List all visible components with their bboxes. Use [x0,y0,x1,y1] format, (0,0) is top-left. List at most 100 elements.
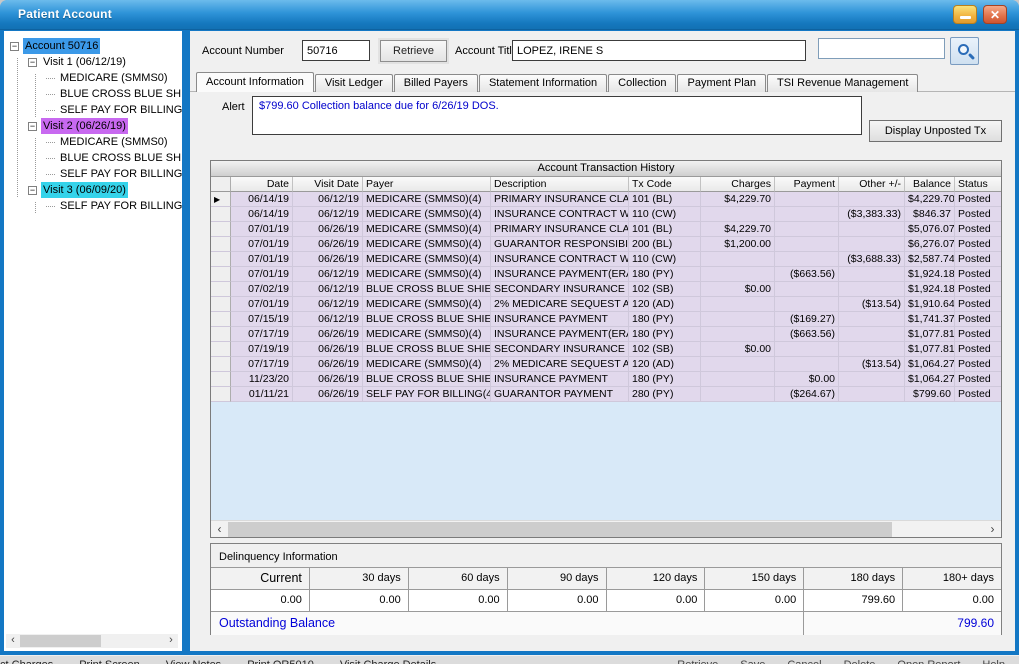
parent-toolbar-item[interactable]: Save [740,659,765,664]
tree-node-label: SELF PAY FOR BILLING(4) [58,166,182,182]
alert-textbox[interactable]: $799.60 Collection balance due for 6/26/… [252,96,862,135]
tree-node[interactable]: −Visit 2 (06/26/19) [4,118,182,134]
cell-date: 06/14/19 [231,192,293,207]
account-title-input[interactable] [512,40,806,61]
display-unposted-tx-button[interactable]: Display Unposted Tx [869,120,1002,142]
tab-statement-information[interactable]: Statement Information [479,74,607,92]
tab-strip: Account InformationVisit LedgerBilled Pa… [196,72,919,92]
tree-node[interactable]: −Account 50716 [4,38,182,54]
tree-connector [46,158,55,159]
parent-toolbar-item[interactable]: Visit Charge Details [340,659,436,664]
scroll-right-icon[interactable]: › [984,521,1001,538]
grid-column-header[interactable]: Tx Code [629,177,701,192]
tree-node[interactable]: MEDICARE (SMMS0) [4,70,182,86]
tree-node[interactable]: −Visit 1 (06/12/19) [4,54,182,70]
parent-toolbar-item[interactable]: Print QR5010 [247,659,314,664]
tree-connector [46,206,55,207]
tab-tsi-revenue-management[interactable]: TSI Revenue Management [767,74,918,92]
titlebar[interactable]: Patient Account ✕ [0,0,1019,30]
transaction-row[interactable]: 07/01/1906/26/19MEDICARE (SMMS0)(4)INSUR… [211,252,1002,267]
transaction-row[interactable]: 07/01/1906/26/19MEDICARE (SMMS0)(4)GUARA… [211,237,1002,252]
parent-toolbar-item[interactable]: Select Charges [0,659,53,664]
parent-toolbar-item[interactable]: Delete [844,659,876,664]
cell-date: 06/14/19 [231,207,293,222]
grid-column-header[interactable]: Charges [701,177,775,192]
grid-column-header[interactable]: Payment [775,177,839,192]
tab-payment-plan[interactable]: Payment Plan [677,74,765,92]
parent-toolbar-item[interactable]: Help [982,659,1005,664]
grid-column-header[interactable]: Date [231,177,293,192]
retrieve-button[interactable]: Retrieve [380,40,447,62]
delinquency-value: 0.00 [705,590,804,612]
cell-payment: ($663.56) [775,327,839,342]
cell-visit_date: 06/26/19 [293,222,363,237]
tree-collapse-icon[interactable]: − [28,122,37,131]
tree-node[interactable]: BLUE CROSS BLUE SHIELD [4,86,182,102]
cell-visit_date: 06/26/19 [293,387,363,402]
parent-toolbar-item[interactable]: Cancel [787,659,821,664]
tree-horizontal-scrollbar[interactable]: ‹ › [6,634,178,648]
grid-column-header[interactable] [211,177,231,192]
transaction-row[interactable]: 11/23/2006/26/19BLUE CROSS BLUE SHIELDIN… [211,372,1002,387]
cell-date: 07/02/19 [231,282,293,297]
transaction-row[interactable]: 07/01/1906/12/19MEDICARE (SMMS0)(4)INSUR… [211,267,1002,282]
cell-charges [701,267,775,282]
parent-toolbar-item[interactable]: View Notes [166,659,221,664]
transaction-row[interactable]: 01/11/2106/26/19SELF PAY FOR BILLING(4)G… [211,387,1002,402]
cell-status: Posted [955,222,1002,237]
cell-tx_code: 101 (BL) [629,222,701,237]
tab-visit-ledger[interactable]: Visit Ledger [315,74,393,92]
transaction-row[interactable]: 07/01/1906/12/19MEDICARE (SMMS0)(4)2% ME… [211,297,1002,312]
cell-charges [701,387,775,402]
scroll-left-icon[interactable]: ‹ [211,521,228,538]
grid-column-header[interactable]: Description [491,177,629,192]
tree-collapse-icon[interactable]: − [28,58,37,67]
transaction-row[interactable]: ▶06/14/1906/12/19MEDICARE (SMMS0)(4)PRIM… [211,192,1002,207]
tree-node[interactable]: MEDICARE (SMMS0) [4,134,182,150]
cell-status: Posted [955,372,1002,387]
tree-scrollbar-thumb[interactable] [20,635,101,647]
transaction-row[interactable]: 07/15/1906/12/19BLUE CROSS BLUE SHIELDIN… [211,312,1002,327]
tab-collection[interactable]: Collection [608,74,676,92]
minimize-icon[interactable] [953,5,977,24]
grid-column-header[interactable]: Visit Date [293,177,363,192]
parent-toolbar-item[interactable]: Retrieve [677,659,718,664]
transaction-row[interactable]: 06/14/1906/12/19MEDICARE (SMMS0)(4)INSUR… [211,207,1002,222]
tree-node[interactable]: SELF PAY FOR BILLING(4) [4,166,182,182]
parent-app-toolbar-cutoff: Select Charges Print Screen View Notes Prin… [0,655,1019,664]
tree-node[interactable]: −Visit 3 (06/09/20) [4,182,182,198]
tree-node[interactable]: BLUE CROSS BLUE SHIELD [4,150,182,166]
tab-billed-payers[interactable]: Billed Payers [394,74,478,92]
tab-account-information[interactable]: Account Information [196,72,314,92]
account-number-input[interactable] [302,40,370,61]
cell-visit_date: 06/26/19 [293,327,363,342]
search-button[interactable] [950,37,979,65]
grid-column-header[interactable]: Status [955,177,1002,192]
close-icon[interactable]: ✕ [983,5,1007,24]
tree-node[interactable]: SELF PAY FOR BILLING(4) [4,198,182,214]
transaction-row[interactable]: 07/19/1906/26/19BLUE CROSS BLUE SHIELDSE… [211,342,1002,357]
grid-column-header[interactable]: Balance [905,177,955,192]
parent-toolbar-item[interactable]: Open Report [897,659,960,664]
scroll-left-icon[interactable]: ‹ [6,634,20,648]
transaction-row[interactable]: 07/02/1906/12/19BLUE CROSS BLUE SHIELDSE… [211,282,1002,297]
row-selector-cell [211,222,231,237]
cell-visit_date: 06/12/19 [293,192,363,207]
transaction-row[interactable]: 07/01/1906/26/19MEDICARE (SMMS0)(4)PRIMA… [211,222,1002,237]
cell-status: Posted [955,207,1002,222]
cell-payer: MEDICARE (SMMS0)(4) [363,207,491,222]
scroll-right-icon[interactable]: › [164,634,178,648]
quick-search-input[interactable] [818,38,945,59]
grid-scrollbar-thumb[interactable] [228,522,892,537]
transaction-row[interactable]: 07/17/1906/26/19MEDICARE (SMMS0)(4)2% ME… [211,357,1002,372]
row-selector-cell [211,357,231,372]
grid-column-header[interactable]: Other +/- [839,177,905,192]
transaction-row[interactable]: 07/17/1906/26/19MEDICARE (SMMS0)(4)INSUR… [211,327,1002,342]
tree-collapse-icon[interactable]: − [10,42,19,51]
tree-node[interactable]: SELF PAY FOR BILLING(4) [4,102,182,118]
parent-toolbar-item[interactable]: Print Screen [79,659,140,664]
cell-tx_code: 180 (PY) [629,327,701,342]
tree-collapse-icon[interactable]: − [28,186,37,195]
grid-horizontal-scrollbar[interactable]: ‹ › [211,520,1001,537]
grid-column-header[interactable]: Payer [363,177,491,192]
